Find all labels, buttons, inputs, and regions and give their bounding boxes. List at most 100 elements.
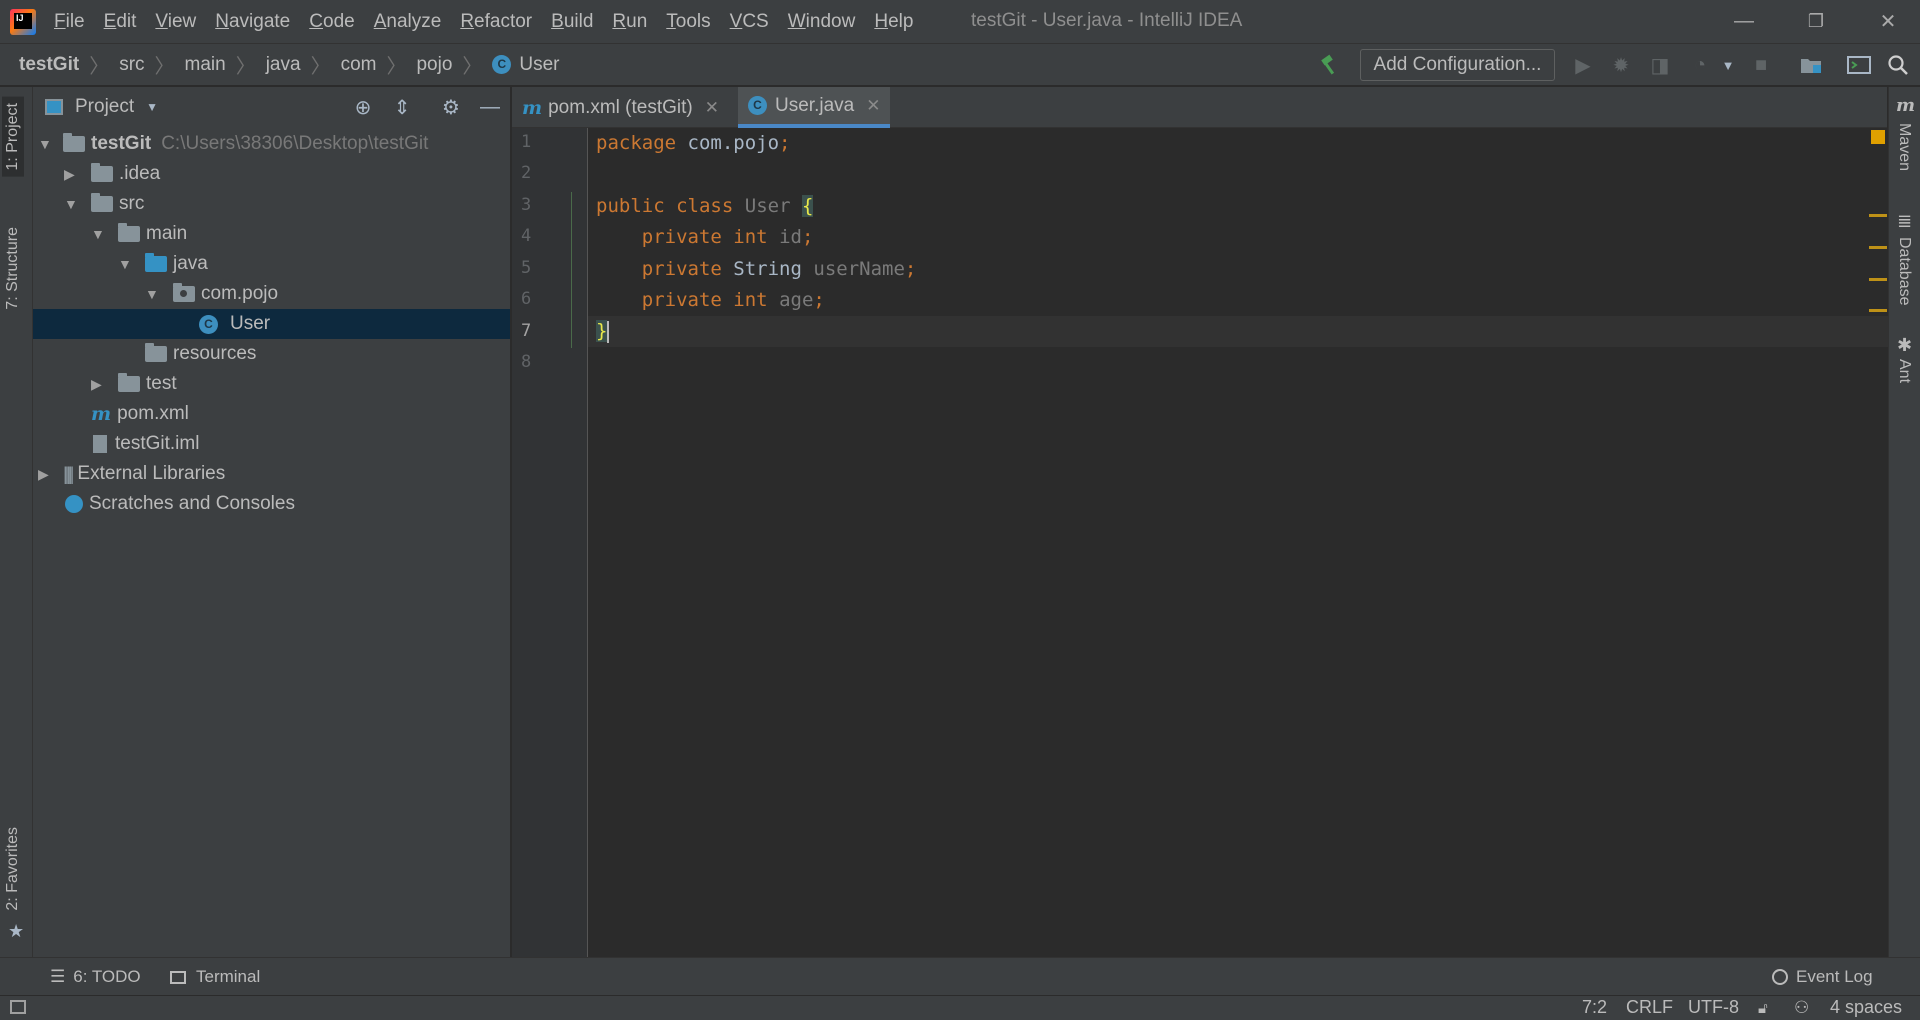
profile-icon[interactable]: ◔ <box>1688 53 1712 77</box>
breadcrumb-main[interactable]: main <box>185 54 226 76</box>
breadcrumb-java[interactable]: java <box>266 54 301 76</box>
locate-file-icon[interactable]: ⊕ <box>351 95 375 119</box>
minimize-button[interactable]: — <box>1712 0 1776 43</box>
class-name: User <box>744 195 791 217</box>
menu-tools[interactable]: Tools <box>666 11 710 33</box>
menu-edit[interactable]: Edit <box>104 11 137 33</box>
warning-marker[interactable] <box>1869 214 1887 217</box>
close-icon[interactable]: ✕ <box>866 96 880 116</box>
menu-refactor[interactable]: Refactor <box>460 11 532 33</box>
debug-icon[interactable]: ✹ <box>1609 53 1633 77</box>
tree-item-user[interactable]: C User <box>33 309 510 339</box>
menu-build[interactable]: Build <box>551 11 593 33</box>
file-encoding[interactable]: UTF-8 <box>1688 997 1739 1018</box>
project-panel-title[interactable]: Project <box>75 96 134 118</box>
caret-position[interactable]: 7:2 <box>1582 997 1607 1018</box>
tree-item-main[interactable]: ▼ main <box>33 219 510 249</box>
close-icon[interactable]: ✕ <box>705 98 719 118</box>
hide-panel-icon[interactable]: — <box>478 95 502 119</box>
navigation-bar: testGit 〉 src 〉 main 〉 java 〉 com 〉 pojo… <box>0 43 1920 86</box>
tree-item-src[interactable]: ▼ src <box>33 189 510 219</box>
line-separator[interactable]: CRLF <box>1626 997 1673 1018</box>
breadcrumb-separator-icon: 〉 <box>154 56 175 78</box>
chevron-down-icon[interactable]: ▼ <box>146 100 158 114</box>
menu-file[interactable]: File <box>54 11 85 33</box>
code-lines[interactable]: package com.pojo; public class User { pr… <box>588 128 1858 528</box>
tree-item-idea[interactable]: ▶ .idea <box>33 159 510 189</box>
project-structure-icon[interactable] <box>1799 53 1823 77</box>
todo-tool-tab[interactable]: ☰ 6: TODO <box>50 967 141 987</box>
tree-item-path-hint: C:\Users\38306\Desktop\testGit <box>161 133 429 154</box>
tree-item-testgit[interactable]: ▼ testGit C:\Users\38306\Desktop\testGit <box>33 129 510 159</box>
menu-analyze[interactable]: Analyze <box>374 11 442 33</box>
project-tool-tab[interactable]: 1: Project <box>2 97 24 177</box>
tree-item-scratches[interactable]: Scratches and Consoles <box>33 489 510 519</box>
ant-tool-tab[interactable]: Ant <box>1895 359 1913 383</box>
expanded-arrow-icon[interactable]: ▼ <box>64 196 78 212</box>
keyword: int <box>733 226 768 248</box>
tree-item-com-pojo[interactable]: ▼ com.pojo <box>33 279 510 309</box>
menu-code[interactable]: Code <box>309 11 354 33</box>
code-line: private String userName; <box>596 254 917 285</box>
menu-help[interactable]: Help <box>874 11 913 33</box>
collapsed-arrow-icon[interactable]: ▶ <box>38 466 52 483</box>
tree-item-resources[interactable]: resources <box>33 339 510 369</box>
build-hammer-icon[interactable] <box>1318 53 1342 77</box>
event-log-tool-tab[interactable]: Event Log <box>1772 967 1873 987</box>
breadcrumb-user[interactable]: C User <box>492 54 560 76</box>
warning-status-icon[interactable] <box>1871 130 1885 144</box>
gear-icon[interactable]: ⚙ <box>439 95 463 119</box>
menu-view[interactable]: View <box>155 11 196 33</box>
tree-item-test[interactable]: ▶ test <box>33 369 510 399</box>
class-icon: C <box>492 55 512 74</box>
tree-item-testgit-iml[interactable]: testGit.iml <box>33 429 510 459</box>
run-options-dropdown-icon[interactable]: ▼ <box>1716 53 1740 77</box>
collapsed-arrow-icon[interactable]: ▶ <box>91 376 105 393</box>
warning-marker[interactable] <box>1869 309 1887 312</box>
breadcrumb-project[interactable]: testGit <box>19 54 79 76</box>
search-everywhere-icon[interactable] <box>1886 53 1910 77</box>
intellij-logo-icon[interactable] <box>10 8 36 35</box>
expanded-arrow-icon[interactable]: ▼ <box>91 226 105 242</box>
tree-item-external-libraries[interactable]: ▶ ||||| External Libraries <box>33 459 510 489</box>
menu-run[interactable]: Run <box>612 11 647 33</box>
tab-pom-xml[interactable]: m pom.xml (testGit) ✕ <box>512 87 729 128</box>
menu-vcs[interactable]: VCS <box>730 11 769 33</box>
breadcrumb-com[interactable]: com <box>341 54 377 76</box>
collapse-all-icon[interactable]: ⇕ <box>390 95 414 119</box>
close-window-button[interactable]: ✕ <box>1856 0 1920 43</box>
expanded-arrow-icon[interactable]: ▼ <box>118 256 132 272</box>
terminal-tool-tab[interactable]: Terminal <box>170 967 260 987</box>
coverage-icon[interactable]: ◨ <box>1648 53 1672 77</box>
tree-item-label: com.pojo <box>201 283 279 304</box>
event-log-label: Event Log <box>1796 967 1873 986</box>
maven-tool-tab[interactable]: Maven <box>1895 123 1913 171</box>
add-configuration-button[interactable]: Add Configuration... <box>1360 49 1555 81</box>
structure-tool-tab[interactable]: 7: Structure <box>4 227 22 310</box>
expanded-arrow-icon[interactable]: ▼ <box>38 136 52 152</box>
restore-button[interactable]: ❐ <box>1784 0 1848 43</box>
database-tool-tab[interactable]: Database <box>1895 237 1913 306</box>
run-icon[interactable]: ▶ <box>1571 53 1595 77</box>
menu-navigate[interactable]: Navigate <box>215 11 290 33</box>
tab-user-java[interactable]: C User.java ✕ <box>738 87 891 128</box>
inspector-icon[interactable]: ⚇ <box>1794 998 1809 1018</box>
toggle-tool-windows-icon[interactable] <box>10 1000 26 1014</box>
lock-icon[interactable]: 🔓︎ <box>1758 1000 1768 1017</box>
favorites-tool-tab[interactable]: 2: Favorites <box>4 827 22 911</box>
tree-item-java[interactable]: ▼ java <box>33 249 510 279</box>
collapsed-arrow-icon[interactable]: ▶ <box>64 166 78 183</box>
terminal-toolbar-icon[interactable] <box>1847 53 1871 77</box>
error-stripe[interactable] <box>1866 128 1888 957</box>
tree-item-pom-xml[interactable]: m pom.xml <box>33 399 510 429</box>
stop-icon[interactable]: ■ <box>1749 53 1773 77</box>
breadcrumb-pojo[interactable]: pojo <box>416 54 452 76</box>
code-line: public class User { <box>596 191 814 222</box>
breadcrumb-src[interactable]: src <box>119 54 144 76</box>
line-number-gutter[interactable]: 1 2 3 4 5 6 7 8 <box>512 128 588 957</box>
warning-marker[interactable] <box>1869 278 1887 281</box>
expanded-arrow-icon[interactable]: ▼ <box>145 286 159 302</box>
warning-marker[interactable] <box>1869 246 1887 249</box>
indent-setting[interactable]: 4 spaces <box>1830 997 1902 1018</box>
menu-window[interactable]: Window <box>788 11 856 33</box>
